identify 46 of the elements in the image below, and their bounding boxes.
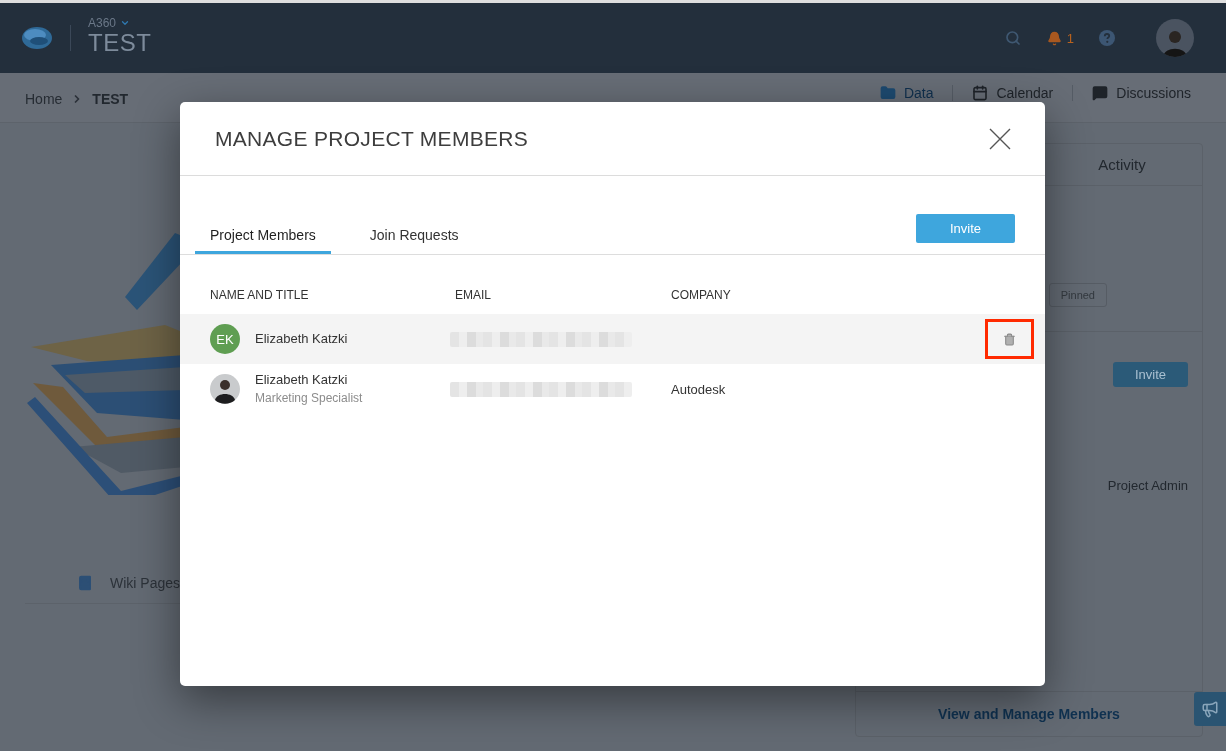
question-circle-icon	[1099, 30, 1115, 46]
column-header: COMPANY	[671, 288, 732, 303]
person-silhouette-icon	[210, 374, 240, 404]
activity-tab[interactable]: Activity	[1042, 144, 1202, 185]
manage-members-link[interactable]: View and Manage Members	[938, 706, 1120, 722]
breadcrumb-current: TEST	[92, 90, 129, 107]
member-company: Autodesk	[671, 382, 726, 397]
help-button[interactable]	[1099, 30, 1115, 46]
search-button[interactable]	[1004, 30, 1021, 46]
close-icon	[989, 127, 1011, 150]
column-header: EMAIL	[455, 288, 492, 303]
invite-button[interactable]: Invite	[1113, 362, 1188, 387]
bell-icon	[1046, 30, 1062, 46]
cloud-logo-icon	[22, 26, 52, 50]
chat-bubble-icon	[1092, 85, 1109, 101]
megaphone-icon	[1201, 700, 1219, 718]
dialog-title: MANAGE PROJECT MEMBERS	[215, 126, 529, 151]
breadcrumb-link[interactable]: Home	[25, 90, 63, 107]
view-tab[interactable]: Discussions	[1092, 84, 1191, 102]
member-role: Project Admin	[1107, 478, 1188, 493]
member-row[interactable]: EK Elizabeth Katzki	[180, 314, 1045, 364]
notifications-button[interactable]: 1	[1046, 30, 1074, 46]
invite-button[interactable]: Invite	[916, 214, 1015, 243]
notification-count: 1	[1066, 30, 1074, 46]
book-icon	[77, 575, 93, 591]
close-button[interactable]	[989, 127, 1011, 150]
view-tab[interactable]: Calendar	[972, 84, 1054, 102]
column-header: NAME AND TITLE	[210, 288, 310, 303]
initials-avatar: EK	[210, 324, 240, 354]
member-title: Marketing Specialist	[255, 391, 363, 406]
project-name: TEST	[88, 30, 152, 56]
calendar-icon	[972, 85, 989, 101]
folder-icon	[879, 85, 896, 101]
search-icon	[1004, 30, 1021, 46]
member-name: Elizabeth Katzki	[255, 331, 348, 347]
dialog-tab[interactable]: Project Members	[195, 216, 331, 254]
view-tab[interactable]: Data	[879, 84, 934, 102]
trash-icon	[1003, 332, 1016, 346]
member-name: Elizabeth Katzki	[255, 372, 349, 388]
caret-down-icon[interactable]	[120, 18, 131, 28]
user-avatar-button[interactable]	[1156, 19, 1194, 57]
dialog-tab[interactable]: Join Requests	[354, 216, 474, 254]
feedback-button[interactable]	[1194, 692, 1226, 726]
wiki-pages-link[interactable]: Wiki Pages	[110, 575, 181, 591]
product-name: A360	[88, 16, 117, 30]
member-row[interactable]: Elizabeth Katzki Marketing Specialist Autodesk	[180, 364, 1045, 414]
